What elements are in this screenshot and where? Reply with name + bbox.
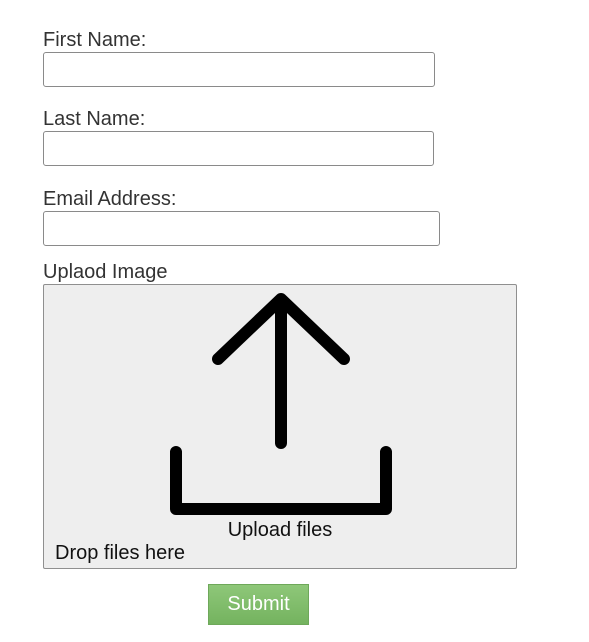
last-name-input[interactable] (43, 131, 434, 166)
email-label: Email Address: (43, 188, 177, 210)
email-input[interactable] (43, 211, 440, 246)
first-name-input[interactable] (43, 52, 435, 87)
upload-files-caption: Upload files (227, 519, 333, 541)
upload-form-page: First Name: Last Name: Email Address: Up… (0, 0, 589, 642)
submit-button[interactable]: Submit (208, 584, 309, 625)
file-dropzone[interactable]: Upload files Drop files here (43, 284, 517, 569)
upload-image-label: Uplaod Image (43, 261, 168, 283)
first-name-label: First Name: (43, 29, 147, 51)
drop-files-hint: Drop files here (55, 542, 186, 564)
last-name-label: Last Name: (43, 108, 146, 130)
upload-icon (170, 293, 392, 515)
